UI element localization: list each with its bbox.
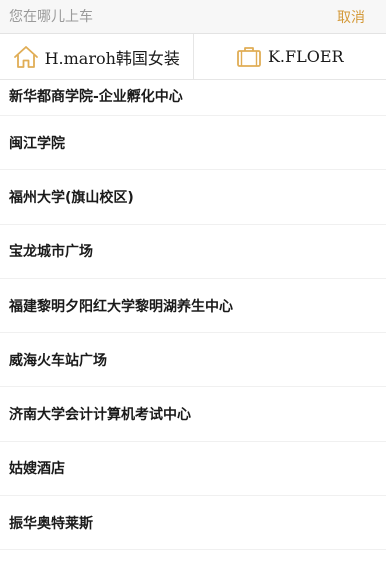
shortcut-work-label: K.FLOER: [267, 47, 344, 66]
result-item[interactable]: 宝龙城市广场: [0, 225, 386, 279]
result-item[interactable]: 姑嫂酒店: [0, 442, 386, 497]
location-results-list: 新华都商学院-企业孵化中心 闽江学院 福州大学(旗山校区) 宝龙城市广场 福建黎…: [0, 80, 386, 551]
result-item[interactable]: 福建黎明夕阳红大学黎明湖养生中心: [0, 279, 386, 334]
result-item[interactable]: 新华都商学院-企业孵化中心: [0, 80, 386, 116]
search-bar: 取消: [0, 0, 386, 34]
cancel-button[interactable]: 取消: [337, 7, 365, 27]
result-item[interactable]: 福州大学(旗山校区): [0, 170, 386, 225]
pickup-search-input[interactable]: [9, 8, 259, 25]
result-item[interactable]: 济南大学会计计算机考试中心: [0, 387, 386, 442]
result-item[interactable]: 振华奥特莱斯: [0, 496, 386, 551]
result-item[interactable]: 威海火车站广场: [0, 333, 386, 388]
briefcase-icon: [236, 46, 262, 68]
home-icon: [13, 45, 39, 69]
shortcut-home[interactable]: H.maroh韩国女装: [0, 34, 193, 79]
shortcut-work[interactable]: K.FLOER: [192, 34, 386, 79]
result-item[interactable]: 闽江学院: [0, 116, 386, 171]
shortcut-bar: H.maroh韩国女装 K.FLOER: [0, 34, 386, 80]
shortcut-home-label: H.maroh韩国女装: [44, 48, 180, 68]
